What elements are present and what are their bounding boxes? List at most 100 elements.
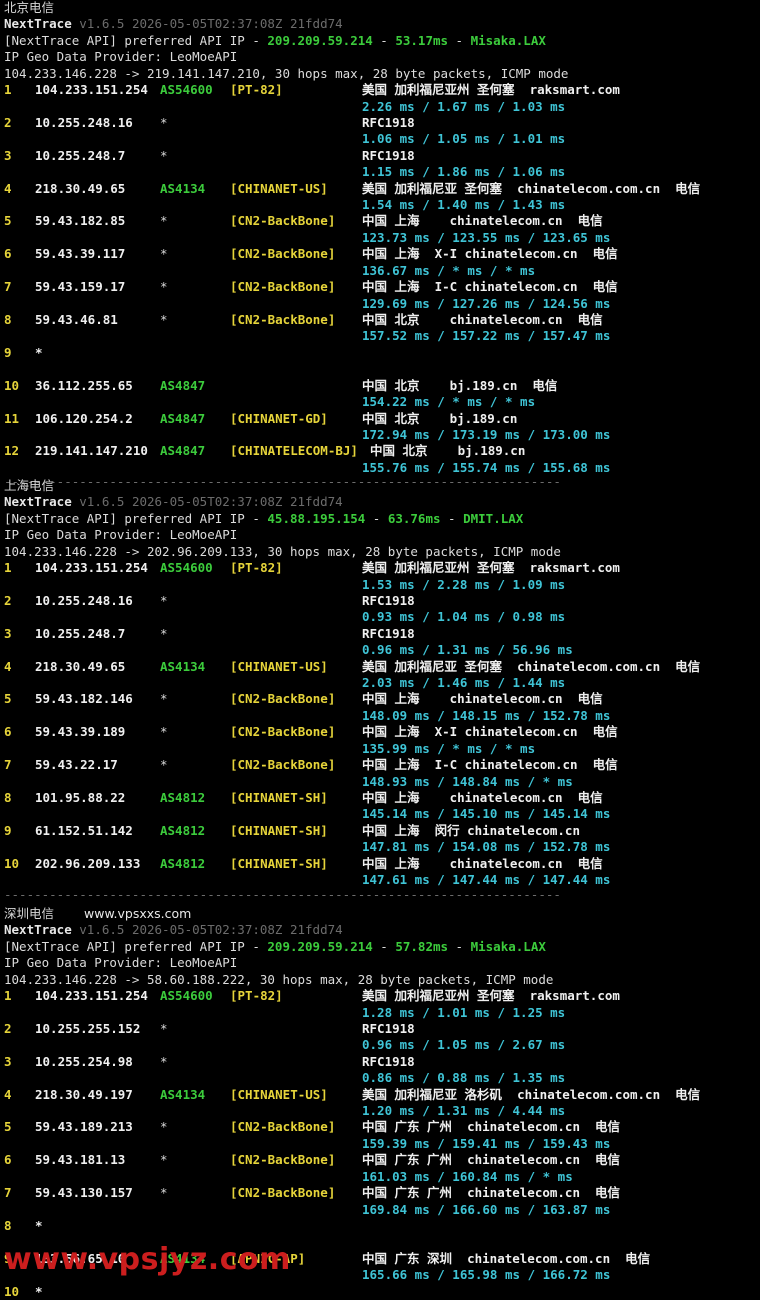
geo-provider-text: IP Geo Data Provider: LeoMoeAPI: [4, 955, 238, 970]
api-prefix: [NextTrace API] preferred API IP -: [4, 511, 268, 526]
hop-rtt: 1.15 ms / 1.86 ms / 1.06 ms: [362, 164, 566, 179]
hop-rtt: 2.03 ms / 1.46 ms / 1.44 ms: [362, 675, 566, 690]
hop-asn: *: [160, 279, 168, 294]
api-dash: -: [372, 939, 396, 954]
hop-ip: 36.112.255.65: [35, 378, 133, 393]
hop-ip: 218.30.49.65: [35, 181, 126, 196]
hop-rtt: 129.69 ms / 127.26 ms / 124.56 ms: [362, 296, 611, 311]
hop-number: 4: [4, 659, 12, 674]
hop-asn: AS54600: [160, 560, 213, 575]
nexttrace-version: NextTrace v1.6.5 2026-05-05T02:37:08Z 21…: [4, 494, 343, 510]
hop-tag: [PT-82]: [230, 560, 283, 575]
version-text: v1.6.5 2026-05-05T02:37:08Z 21fdd74: [79, 922, 343, 937]
hop-number: 8: [4, 790, 12, 805]
hop-asn: AS4847: [160, 378, 206, 393]
hop-asn: AS4812: [160, 856, 206, 871]
hop-ip: 219.141.147.210: [35, 443, 148, 458]
hop-ip: 10.255.248.16: [35, 115, 133, 130]
hop-ip: 59.43.39.117: [35, 246, 126, 261]
hop-asn: *: [160, 724, 168, 739]
hop-ip: 10.255.248.16: [35, 593, 133, 608]
hop-ip: 104.233.151.254: [35, 988, 148, 1003]
hop-number: 10: [4, 378, 20, 393]
hop-number: 2: [4, 593, 12, 608]
hop-number: 6: [4, 246, 12, 261]
api-ip: 209.209.59.214: [267, 33, 373, 48]
hop-geo: 中国 上海 闵行 chinatelecom.cn: [362, 823, 580, 838]
hop-geo: 美国 加利福尼亚 圣何塞 chinatelecom.com.cn 电信: [362, 181, 701, 196]
hop-geo: 美国 加利福尼亚 洛杉矶 chinatelecom.com.cn 电信: [362, 1087, 701, 1102]
hop-geo: 中国 北京 bj.189.cn: [370, 443, 526, 458]
hop-rtt: 123.73 ms / 123.55 ms / 123.65 ms: [362, 230, 611, 245]
nexttrace-version: NextTrace v1.6.5 2026-05-05T02:37:08Z 21…: [4, 922, 343, 938]
hop-rtt: 145.14 ms / 145.10 ms / 145.14 ms: [362, 806, 611, 821]
hop-ip: 104.233.151.254: [35, 560, 148, 575]
separator-text: ----------------------------------------…: [4, 474, 561, 489]
nexttrace-label: NextTrace: [4, 494, 72, 509]
hop-tag: [CHINANET-US]: [230, 181, 328, 196]
route-text: 104.233.146.228 -> 58.60.188.222, 30 hop…: [4, 972, 554, 987]
api-prefix: [NextTrace API] preferred API IP -: [4, 33, 268, 48]
version-text: v1.6.5 2026-05-05T02:37:08Z 21fdd74: [79, 494, 343, 509]
hop-geo: 中国 广东 广州 chinatelecom.cn 电信: [362, 1119, 621, 1134]
hop-number: 5: [4, 213, 12, 228]
hop-ip: 59.43.22.17: [35, 757, 118, 772]
hop-number: 11: [4, 411, 20, 426]
hop-tag: [CN2-BackBone]: [230, 1119, 336, 1134]
route-text: 104.233.146.228 -> 219.141.147.210, 30 h…: [4, 66, 569, 81]
hop-rtt: 172.94 ms / 173.19 ms / 173.00 ms: [362, 427, 611, 442]
route-line: 104.233.146.228 -> 219.141.147.210, 30 h…: [4, 66, 568, 82]
hop-asn: *: [160, 593, 168, 608]
hop-number: 4: [4, 1087, 12, 1102]
hop-ip: 101.95.88.22: [35, 790, 126, 805]
hop-rtt: 161.03 ms / 160.84 ms / * ms: [362, 1169, 573, 1184]
hop-geo: 中国 北京 bj.189.cn: [362, 411, 518, 426]
hop-number: 3: [4, 1054, 12, 1069]
hop-asn: AS4847: [160, 443, 206, 458]
separator-text: ----------------------------------------…: [4, 887, 561, 902]
hop-number: 3: [4, 626, 12, 641]
geo-provider: IP Geo Data Provider: LeoMoeAPI: [4, 527, 237, 543]
hop-number: 3: [4, 148, 12, 163]
api-ip: 45.88.195.154: [267, 511, 366, 526]
hop-rtt: 154.22 ms / * ms / * ms: [362, 394, 536, 409]
hop-tag: [CN2-BackBone]: [230, 1152, 336, 1167]
api-ms: 53.17ms: [395, 33, 449, 48]
geo-provider: IP Geo Data Provider: LeoMoeAPI: [4, 49, 237, 65]
hop-geo: 中国 广东 广州 chinatelecom.cn 电信: [362, 1185, 621, 1200]
hop-number: 9: [4, 823, 12, 838]
hop-asn: *: [160, 1021, 168, 1036]
hop-geo: RFC1918: [362, 1054, 415, 1069]
hop-geo: RFC1918: [362, 115, 415, 130]
hop-number: 4: [4, 181, 12, 196]
hop-tag: [CN2-BackBone]: [230, 213, 336, 228]
hop-asn: *: [160, 626, 168, 641]
hop-tag: [CHINANET-SH]: [230, 790, 328, 805]
hop-ip: 202.96.209.133: [35, 856, 141, 871]
hop-rtt: 0.96 ms / 1.31 ms / 56.96 ms: [362, 642, 573, 657]
hop-tag: [PT-82]: [230, 82, 283, 97]
hop-ip: *: [35, 1218, 43, 1233]
api-dash: -: [372, 33, 396, 48]
hop-rtt: 2.26 ms / 1.67 ms / 1.03 ms: [362, 99, 566, 114]
hop-rtt: 0.86 ms / 0.88 ms / 1.35 ms: [362, 1070, 566, 1085]
hop-ip: 59.43.181.13: [35, 1152, 126, 1167]
hop-number: 9: [4, 345, 12, 360]
hop-geo: 美国 加利福尼亚 圣何塞 chinatelecom.com.cn 电信: [362, 659, 701, 674]
hop-tag: [CHINANET-GD]: [230, 411, 328, 426]
hop-rtt: 136.67 ms / * ms / * ms: [362, 263, 536, 278]
hop-asn: AS54600: [160, 82, 213, 97]
hop-number: 1: [4, 82, 12, 97]
geo-provider: IP Geo Data Provider: LeoMoeAPI: [4, 955, 237, 971]
hop-rtt: 1.53 ms / 2.28 ms / 1.09 ms: [362, 577, 566, 592]
hop-number: 6: [4, 1152, 12, 1167]
hop-asn: *: [160, 757, 168, 772]
hop-geo: RFC1918: [362, 1021, 415, 1036]
hop-geo: 美国 加利福尼亚州 圣何塞 raksmart.com: [362, 560, 620, 575]
hop-asn: *: [160, 115, 168, 130]
hop-number: 7: [4, 279, 12, 294]
hop-geo: 中国 上海 chinatelecom.cn 电信: [362, 856, 603, 871]
hop-ip: 10.255.255.152: [35, 1021, 141, 1036]
hop-asn: *: [160, 1185, 168, 1200]
hop-ip: 59.43.159.17: [35, 279, 126, 294]
